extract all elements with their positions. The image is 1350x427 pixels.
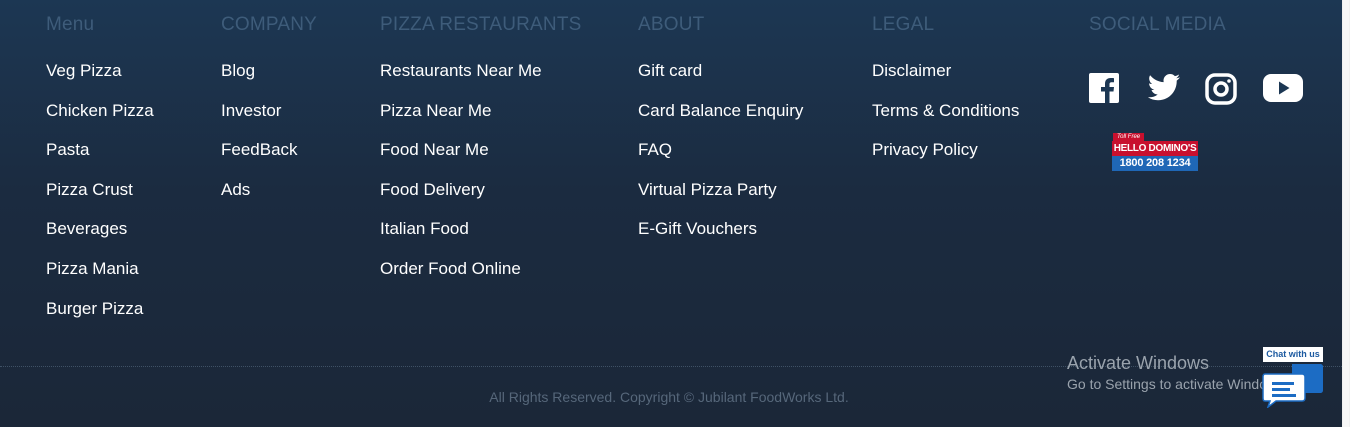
list-item: Pizza Crust [46,180,154,220]
column-heading: LEGAL [872,14,935,35]
list-item: Card Balance Enquiry [638,101,803,141]
footer-column-legal: LEGAL Disclaimer Terms & Conditions Priv… [872,13,1019,180]
list-item: Pizza Mania [46,259,154,299]
footer-link[interactable]: Card Balance Enquiry [638,101,803,120]
footer-column-menu: Menu Veg Pizza Chicken Pizza Pasta Pizza… [46,13,154,338]
footer-link[interactable]: Terms & Conditions [872,101,1019,120]
footer-link[interactable]: Pizza Near Me [380,101,491,120]
chat-label[interactable]: Chat with us [1263,347,1323,362]
list-item: Virtual Pizza Party [638,180,803,220]
social-icons [1089,73,1303,105]
list-item: Ads [221,180,317,220]
scrollbar-thumb[interactable] [1343,0,1349,427]
list-item: Veg Pizza [46,61,154,101]
footer-link[interactable]: Italian Food [380,219,469,238]
list-item: Restaurants Near Me [380,61,582,101]
list-item: Chicken Pizza [46,101,154,141]
footer-column-social-media: SOCIAL MEDIA [1089,13,1226,61]
footer-link[interactable]: Ads [221,180,250,199]
footer-link[interactable]: FAQ [638,140,672,159]
footer-link[interactable]: Virtual Pizza Party [638,180,777,199]
list-item: Terms & Conditions [872,101,1019,141]
list-item: Disclaimer [872,61,1019,101]
footer-link[interactable]: Beverages [46,219,127,238]
activate-subtitle: Go to Settings to activate Windows. [1067,376,1288,392]
footer-link[interactable]: Pizza Crust [46,180,133,199]
footer-link[interactable]: Gift card [638,61,702,80]
list-item: Order Food Online [380,259,582,299]
footer-link[interactable]: Pasta [46,140,89,159]
page-scrollbar[interactable] [1342,0,1350,427]
list-item: Food Near Me [380,140,582,180]
list-item: Italian Food [380,219,582,259]
footer-link[interactable]: Restaurants Near Me [380,61,542,80]
footer-link[interactable]: Investor [221,101,281,120]
list-item: Pasta [46,140,154,180]
youtube-icon[interactable] [1263,73,1303,105]
footer-link[interactable]: Chicken Pizza [46,101,154,120]
footer-link[interactable]: Blog [221,61,255,80]
footer-column-company: COMPANY Blog Investor FeedBack Ads [221,13,317,219]
footer-link[interactable]: Burger Pizza [46,299,143,318]
list-item: FeedBack [221,140,317,180]
facebook-icon[interactable] [1089,73,1121,105]
footer-column-pizza-restaurants: PIZZA RESTAURANTS Restaurants Near Me Pi… [380,13,582,299]
footer-link[interactable]: FeedBack [221,140,298,159]
twitter-icon[interactable] [1147,73,1180,105]
list-item: Gift card [638,61,803,101]
footer-link[interactable]: Veg Pizza [46,61,122,80]
list-item: Beverages [46,219,154,259]
footer-link[interactable]: Food Near Me [380,140,489,159]
activate-title: Activate Windows [1067,353,1210,373]
column-heading: SOCIAL MEDIA [1089,14,1226,35]
instagram-icon[interactable] [1205,73,1237,105]
list-item: Pizza Near Me [380,101,582,141]
list-item: E-Gift Vouchers [638,219,803,259]
hello-dominos-badge[interactable]: Toll Free HELLO DOMINO'S 1800 208 1234 [1112,133,1198,172]
column-heading: ABOUT [638,14,705,35]
column-heading: Menu [46,14,95,35]
list-item: Blog [221,61,317,101]
toll-free-label: Toll Free [1113,133,1145,141]
footer-link[interactable]: Pizza Mania [46,259,139,278]
column-heading: PIZZA RESTAURANTS [380,14,582,35]
list-item: Privacy Policy [872,140,1019,180]
list-item: Burger Pizza [46,299,154,339]
list-item: Food Delivery [380,180,582,220]
footer-column-about: ABOUT Gift card Card Balance Enquiry FAQ… [638,13,803,259]
list-item: FAQ [638,140,803,180]
list-item: Investor [221,101,317,141]
footer-link[interactable]: Food Delivery [380,180,485,199]
chat-bubble-icon[interactable] [1262,362,1324,410]
footer-link[interactable]: E-Gift Vouchers [638,219,757,238]
footer-link[interactable]: Privacy Policy [872,140,978,159]
column-heading: COMPANY [221,14,318,35]
hello-dominos-label: HELLO DOMINO'S [1112,141,1198,156]
windows-activation-watermark: Activate Windows Go to Settings to activ… [1067,352,1288,394]
phone-number: 1800 208 1234 [1112,156,1198,171]
footer-link[interactable]: Order Food Online [380,259,521,278]
footer-link[interactable]: Disclaimer [872,61,951,80]
